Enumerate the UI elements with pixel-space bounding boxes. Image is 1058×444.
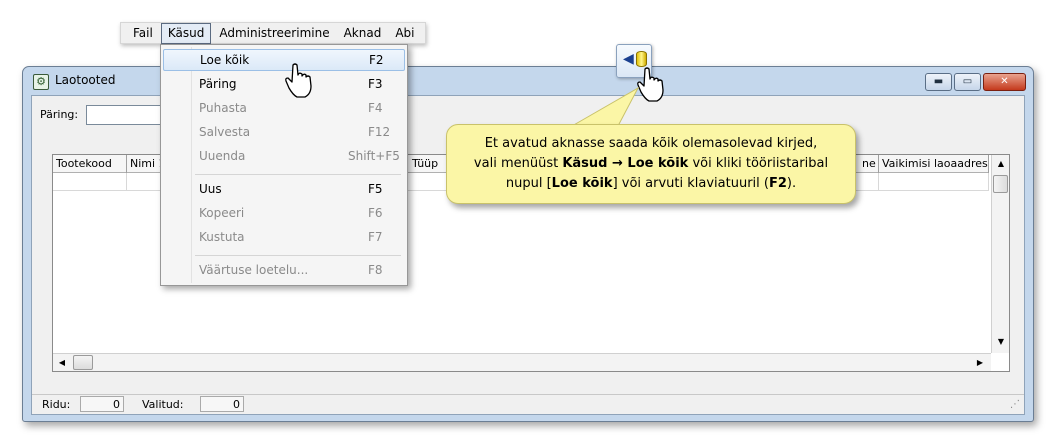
callout-line-2: vali menüüst Käsud → Loe kõik või kliki … [447,154,855,174]
menu-item-label: Puhasta [199,101,247,115]
menu-item-shortcut: F8 [368,263,383,277]
menubar: Fail Käsud Administreerimine Aknad Abi [120,22,426,44]
callout-bold: F2 [768,176,787,191]
scroll-down-icon[interactable]: ▼ [992,333,1010,351]
scroll-up-icon[interactable]: ▲ [992,155,1010,173]
menu-item-shortcut: F12 [368,125,391,139]
window-title: Laotooted [55,73,116,87]
callout-bold: Käsud → Loe kõik [562,156,689,171]
col-vaikimisi-laoaadress[interactable]: Vaikimisi laoaadress [879,155,989,173]
table-cell[interactable] [879,173,989,191]
callout-pointer [570,86,640,127]
menu-item-label: Uuenda [199,149,246,163]
minimize-button[interactable]: ▬ [925,73,952,91]
menu-item-label: Uus [199,182,222,196]
menu-item-kustuta[interactable]: Kustuta F7 [163,226,405,248]
menu-separator [195,255,401,256]
col-partial[interactable]: ne [859,155,879,173]
callout-text: või kliki tööriistaribal [688,156,829,171]
resize-grip-icon[interactable]: ⋰ [1010,399,1022,411]
menu-item-label: Loe kõik [200,53,250,67]
menu-item-uus[interactable]: Uus F5 [163,178,405,200]
table-cell[interactable] [859,173,879,191]
menu-aknad[interactable]: Aknad [338,24,388,43]
menu-item-kopeeri[interactable]: Kopeeri F6 [163,202,405,224]
scroll-right-icon[interactable]: ▶ [971,354,989,372]
menu-item-label: Salvesta [199,125,251,139]
menu-separator [195,174,401,175]
table-cell[interactable] [53,173,127,191]
vertical-scroll-thumb[interactable] [993,175,1008,193]
menu-item-vaartuse-loetelu[interactable]: Väärtuse loetelu... F8 [163,259,405,281]
menu-item-shortcut: F5 [368,182,383,196]
menu-item-label: Päring [199,77,237,91]
scroll-left-icon[interactable]: ◀ [53,354,71,372]
menu-item-uuenda[interactable]: Uuenda Shift+F5 [163,145,405,167]
callout-line-1: Et avatud aknasse saada kõik olemasoleva… [484,136,818,151]
menu-abi[interactable]: Abi [389,24,420,43]
menu-item-shortcut: Shift+F5 [348,149,400,163]
close-button[interactable]: ✕ [983,73,1026,91]
callout-text: nupul [ [505,176,552,191]
vertical-scrollbar[interactable]: ▲ ▼ [991,155,1009,353]
menu-item-shortcut: F4 [368,101,383,115]
horizontal-scrollbar[interactable]: ◀ ▶ [53,353,991,371]
maximize-button[interactable]: ▭ [954,73,981,91]
menu-administreerimine[interactable]: Administreerimine [213,24,335,43]
callout-text: ] või arvuti klaviatuuril ( [612,176,769,191]
rows-label: Ridu: [42,398,71,411]
callout-bold: Loe kõik [551,176,613,191]
callout-text: vali menüüst [473,156,563,171]
menu-item-shortcut: F7 [368,230,383,244]
menu-item-puhasta[interactable]: Puhasta F4 [163,97,405,119]
query-label: Päring: [40,108,79,121]
callout-line-3: nupul [Loe kõik] või arvuti klaviatuuril… [447,174,855,194]
menu-item-shortcut: F3 [368,77,383,91]
status-bar: Ridu: 0 Valitud: 0 ⋰ [32,394,1024,414]
horizontal-scroll-thumb[interactable] [73,355,93,370]
menu-item-label: Kustuta [199,230,245,244]
menu-item-shortcut: F2 [369,53,384,67]
menu-item-label: Kopeeri [199,206,245,220]
app-icon: ⚙ [33,74,49,90]
menu-item-label: Väärtuse loetelu... [199,263,309,277]
help-callout: Et avatud aknasse saada kõik olemasoleva… [446,124,856,204]
arrow-left-icon: ◀ [623,51,634,67]
menu-item-shortcut: F6 [368,206,383,220]
callout-text: ). [786,176,797,191]
rows-count: 0 [80,396,124,412]
menu-fail[interactable]: Fail [127,24,159,43]
menu-kasud[interactable]: Käsud [160,22,212,44]
selected-count: 0 [200,396,244,412]
selected-label: Valitud: [142,398,184,411]
col-tootekood[interactable]: Tootekood [53,155,127,173]
menu-item-salvesta[interactable]: Salvesta F12 [163,121,405,143]
database-icon [636,51,647,67]
hand-cursor-icon [285,63,312,98]
